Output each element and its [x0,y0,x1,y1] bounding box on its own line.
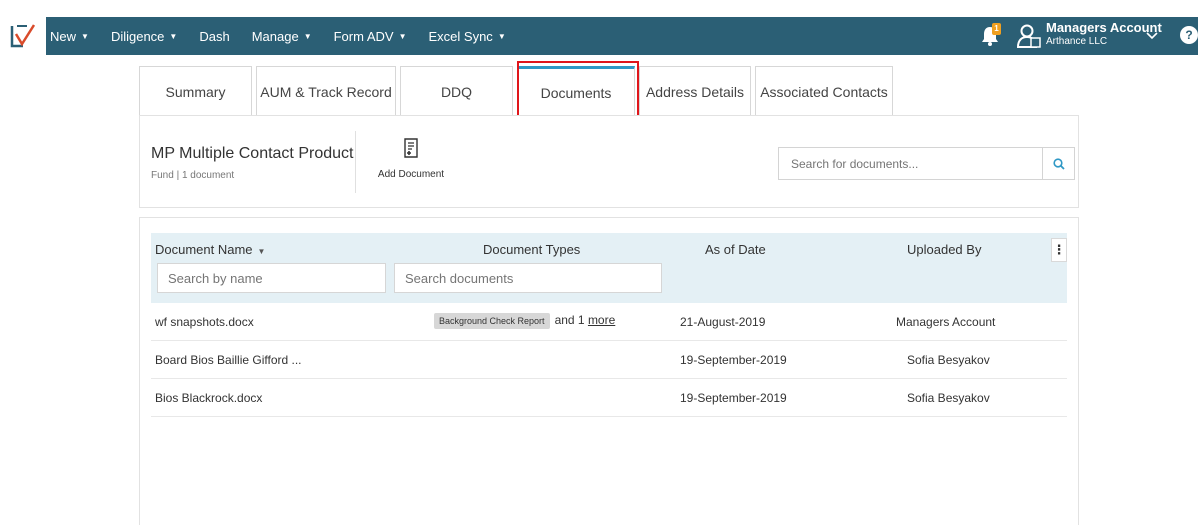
account-name: Managers Account [1046,20,1162,35]
notifications-button[interactable]: 1 [980,23,1002,47]
document-type-tag: Background Check Report [434,313,550,329]
chevron-down-icon[interactable] [1146,29,1158,43]
row-uploaded-by: Managers Account [896,315,996,329]
sort-caret-icon: ▼ [257,247,266,256]
row-document-name[interactable]: Board Bios Baillie Gifford ... [155,353,302,367]
add-document-icon [404,138,418,158]
tab-documents[interactable]: Documents [517,66,635,116]
divider [355,131,356,193]
column-header-document-name[interactable]: Document Name ▼ [155,242,265,257]
main-menu: New ▼ Diligence ▼ Dash Manage ▼ Form ADV ▼ E… [50,17,528,55]
help-icon[interactable]: ? [1180,26,1198,44]
nav-new[interactable]: New ▼ [50,29,89,44]
app-logo[interactable] [0,17,46,55]
table-header: Document Name ▼ Document Types As of Date… [151,233,1067,303]
tab-address-details[interactable]: Address Details [639,66,751,116]
row-document-name[interactable]: wf snapshots.docx [155,315,254,329]
nav-form-adv[interactable]: Form ADV ▼ [334,29,407,44]
tab-aum-track-record[interactable]: AUM & Track Record [256,66,396,116]
row-document-name[interactable]: Bios Blackrock.docx [155,391,262,405]
tab-ddq[interactable]: DDQ [400,66,513,116]
top-nav-bar: New ▼ Diligence ▼ Dash Manage ▼ Form ADV ▼ E… [0,17,1198,55]
notification-badge: 1 [992,23,1001,35]
row-uploaded-by: Sofia Besyakov [907,353,990,367]
nav-manage[interactable]: Manage ▼ [252,29,312,44]
column-options-kebab-icon[interactable]: ⋮ [1051,238,1067,262]
column-header-as-of-date: As of Date [705,242,766,257]
nav-diligence[interactable]: Diligence ▼ [111,29,177,44]
row-as-of-date: 19-September-2019 [680,391,787,405]
row-as-of-date: 21-August-2019 [680,315,766,329]
row-as-of-date: 19-September-2019 [680,353,787,367]
table-row[interactable]: Board Bios Baillie Gifford ... 19-Septem… [151,341,1067,379]
nav-excel-sync[interactable]: Excel Sync ▼ [429,29,506,44]
table-row[interactable]: wf snapshots.docx Background Check Repor… [151,303,1067,341]
account-info[interactable]: Managers Account Arthance LLC [1046,20,1162,47]
table-row[interactable]: Bios Blackrock.docx 19-September-2019 So… [151,379,1067,417]
more-types-link[interactable]: more [588,313,615,327]
caret-down-icon: ▼ [497,31,506,41]
nav-dash[interactable]: Dash [199,29,229,44]
filter-document-types-input[interactable] [394,263,662,293]
documents-table-panel: Document Name ▼ Document Types As of Date… [139,217,1079,525]
tab-summary[interactable]: Summary [139,66,252,116]
caret-down-icon: ▼ [169,31,178,41]
document-search-input[interactable] [779,148,1042,179]
column-header-document-types: Document Types [483,242,581,257]
account-company: Arthance LLC [1046,36,1108,47]
caret-down-icon: ▼ [81,31,89,41]
row-document-types: Background Check Report and 1 more [434,313,615,329]
logo-icon [10,24,36,48]
add-document-button[interactable]: Add Document [376,138,446,180]
account-button[interactable] [1016,23,1042,49]
tab-bar: Summary AUM & Track Record DDQ Documents… [139,66,897,116]
search-button[interactable] [1042,148,1074,179]
search-icon [1052,157,1065,170]
row-uploaded-by: Sofia Besyakov [907,391,990,405]
product-title: MP Multiple Contact Product [151,145,354,162]
tab-associated-contacts[interactable]: Associated Contacts [755,66,893,116]
product-subtitle: Fund | 1 document [151,170,235,181]
product-header-panel: MP Multiple Contact Product Fund | 1 doc… [139,115,1079,208]
user-avatar-icon [1016,24,1041,48]
document-search [778,147,1075,180]
caret-down-icon: ▼ [398,31,407,41]
column-header-uploaded-by: Uploaded By [907,242,982,257]
caret-down-icon: ▼ [303,31,312,41]
filter-by-name-input[interactable] [157,263,386,293]
